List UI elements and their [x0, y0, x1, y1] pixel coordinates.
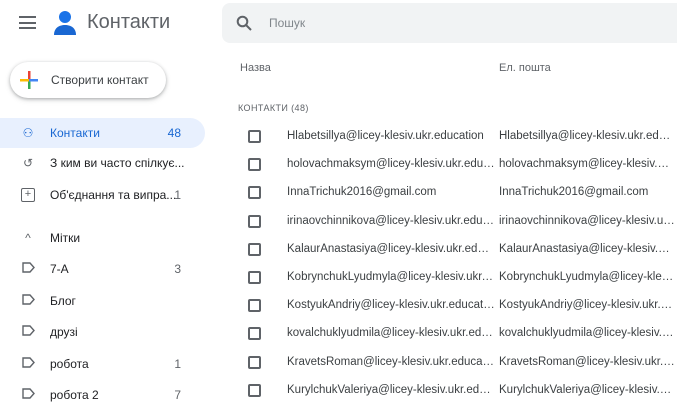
table-row[interactable]: InnaTrichuk2016@gmail.com InnaTrichuk2016… [222, 179, 677, 207]
sidebar-label-item[interactable]: робота 1 [0, 349, 205, 379]
contact-email: KravetsRoman@licey-klesiv.ukr.education [499, 355, 675, 368]
table-row[interactable]: KobrynchukLyudmyla@licey-klesiv.ukr.educ… [222, 264, 677, 292]
section-label: КОНТАКТИ (48) [238, 103, 309, 113]
row-checkbox[interactable] [248, 186, 261, 200]
contact-name: KurylchukValeriya@licey-klesiv.ukr.educa… [287, 383, 495, 396]
table-row[interactable]: KostyukAndriy@licey-klesiv.ukr.education… [222, 292, 677, 320]
search-input[interactable]: Пошук [222, 3, 677, 43]
contact-email: KobrynchukLyudmyla@licey-klesiv.ukr.educ… [499, 271, 675, 283]
table-row[interactable]: KravetsRoman@licey-klesiv.ukr.education K… [222, 349, 677, 377]
history-icon: ↺ [22, 156, 34, 170]
contact-email: Hlabetsillya@licey-klesiv.ukr.education [499, 130, 675, 142]
contact-name: holovachmaksym@licey-klesiv.ukr.educatio… [287, 158, 495, 171]
table-row[interactable]: Hlabetsillya@licey-klesiv.ukr.education H… [222, 123, 677, 151]
contact-name: kovalchuklyudmila@licey-klesiv.ukr.educa… [287, 327, 495, 340]
person-icon: ⚇ [22, 126, 34, 140]
table-row[interactable]: irinaovchinnikova@licey-klesiv.ukr.educa… [222, 208, 677, 236]
contact-email: InnaTrichuk2016@gmail.com [499, 186, 649, 199]
label-icon [21, 356, 35, 371]
row-checkbox[interactable] [248, 130, 261, 143]
row-checkbox[interactable] [248, 327, 261, 341]
search-placeholder: Пошук [269, 16, 306, 30]
create-contact-button[interactable]: Створити контакт [10, 62, 166, 98]
label-count: 1 [174, 356, 181, 371]
table-row[interactable]: kovalchuklyudmila@licey-klesiv.ukr.educa… [222, 320, 677, 348]
contact-name: InnaTrichuk2016@gmail.com [287, 186, 437, 199]
sidebar-label-item[interactable]: Блог [0, 286, 205, 316]
label-name: друзі [50, 325, 78, 339]
nav-label: З ким ви часто спілкує... [50, 156, 185, 170]
nav-label: Об'єднання та випра... [50, 188, 177, 202]
label-icon [21, 293, 35, 308]
contact-name: KravetsRoman@licey-klesiv.ukr.education [287, 355, 495, 368]
row-checkbox[interactable] [248, 355, 261, 369]
table-row[interactable]: holovachmaksym@licey-klesiv.ukr.educatio… [222, 151, 677, 179]
row-checkbox[interactable] [248, 214, 261, 228]
merge-icon: + [21, 188, 35, 202]
contact-name: irinaovchinnikova@licey-klesiv.ukr.educa… [287, 214, 495, 227]
sidebar-label-item[interactable]: робота 2 7 [0, 380, 205, 410]
column-header-name[interactable]: Назва [240, 62, 271, 74]
labels-toggle[interactable]: ^ Мітки [0, 223, 205, 253]
contact-name: Hlabetsillya@licey-klesiv.ukr.education [287, 130, 484, 142]
label-count: 7 [174, 388, 181, 402]
nav-count: 1 [174, 188, 181, 202]
chevron-up-icon: ^ [25, 231, 31, 245]
sidebar-item-merge[interactable]: + Об'єднання та випра... 1 [0, 180, 205, 210]
label-icon [21, 388, 35, 402]
nav-label: Контакти [50, 126, 100, 140]
row-checkbox[interactable] [248, 299, 261, 313]
main-menu-icon[interactable] [19, 16, 36, 29]
contact-name: KobrynchukLyudmyla@licey-klesiv.ukr.educ… [287, 271, 495, 283]
row-checkbox[interactable] [248, 158, 261, 172]
table-row[interactable]: KalaurAnastasiya@licey-klesiv.ukr.educat… [222, 236, 677, 264]
label-icon [21, 262, 35, 276]
labels-header: Мітки [50, 231, 81, 245]
nav-count: 48 [167, 126, 181, 140]
contacts-logo-icon [54, 11, 76, 35]
contact-email: holovachmaksym@licey-klesiv.ukr.educatio… [499, 158, 675, 171]
search-icon [236, 15, 252, 31]
label-count: 3 [174, 262, 181, 276]
sidebar-label-item[interactable]: 7-А 3 [0, 254, 205, 284]
label-name: Блог [50, 293, 76, 308]
app-title: Контакти [87, 11, 171, 33]
row-checkbox[interactable] [248, 271, 261, 284]
sidebar-item-contacts[interactable]: ⚇ Контакти 48 [0, 118, 205, 148]
table-row[interactable]: KurylchukValeriya@licey-klesiv.ukr.educa… [222, 377, 677, 405]
contact-email: irinaovchinnikova@licey-klesiv.ukr.educa… [499, 214, 675, 227]
row-checkbox[interactable] [248, 383, 261, 397]
contact-name: KalaurAnastasiya@licey-klesiv.ukr.educat… [287, 242, 495, 255]
label-icon [21, 325, 35, 339]
label-name: 7-А [50, 262, 69, 276]
sidebar-label-item[interactable]: друзі [0, 317, 205, 347]
plus-icon [20, 71, 38, 89]
label-name: робота 2 [50, 388, 99, 402]
contact-email: kovalchuklyudmila@licey-klesiv.ukr.educa… [499, 327, 675, 340]
label-name: робота [50, 356, 89, 371]
contact-name: KostyukAndriy@licey-klesiv.ukr.education [287, 299, 495, 312]
create-contact-label: Створити контакт [51, 73, 149, 87]
row-checkbox[interactable] [248, 242, 261, 256]
contact-email: KostyukAndriy@licey-klesiv.ukr.education [499, 299, 675, 312]
contact-email: KurylchukValeriya@licey-klesiv.ukr.educa… [499, 383, 675, 396]
sidebar-item-frequent[interactable]: ↺ З ким ви часто спілкує... [0, 148, 205, 178]
column-header-email[interactable]: Ел. пошта [499, 62, 551, 74]
contact-email: KalaurAnastasiya@licey-klesiv.ukr.educat… [499, 242, 675, 255]
